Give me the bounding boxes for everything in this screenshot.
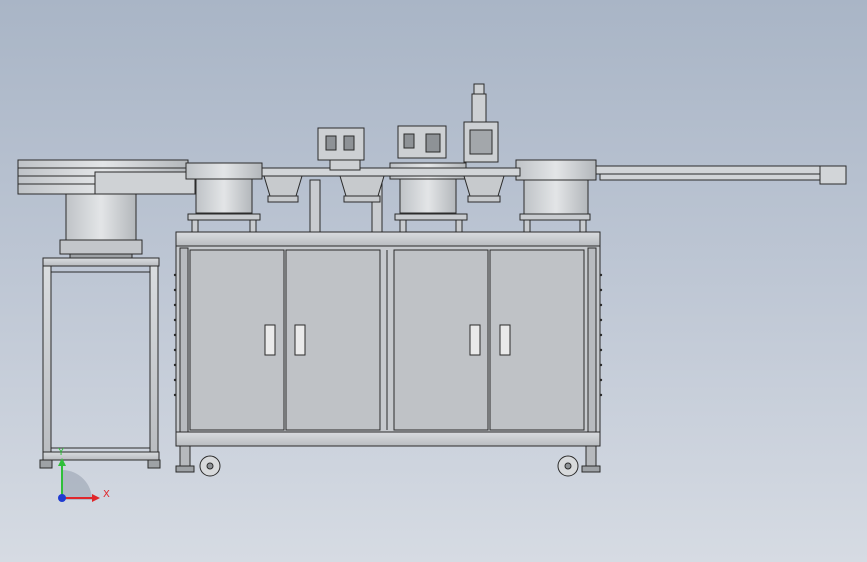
x-axis-label: X	[103, 489, 110, 500]
casters	[175, 445, 601, 477]
bowl-feeder-1	[185, 162, 263, 214]
main-cabinet	[175, 231, 601, 447]
bowl-feeder-3	[515, 159, 597, 215]
cad-viewport[interactable]: X Y	[0, 0, 867, 562]
y-axis-label: Y	[57, 447, 65, 458]
machine-assembly-drawing[interactable]: X Y	[0, 0, 867, 562]
z-axis-dot	[58, 494, 66, 502]
door-handle-4[interactable]	[499, 324, 511, 356]
pick-place-module-2	[397, 125, 447, 159]
left-stand	[39, 257, 161, 469]
press-module	[463, 83, 499, 163]
pick-place-module-1	[317, 127, 365, 171]
door-handle-2[interactable]	[294, 324, 306, 356]
left-bowl-feeder	[17, 159, 196, 259]
door-handle-3[interactable]	[469, 324, 481, 356]
hoppers	[263, 175, 505, 203]
door-handle-1[interactable]	[264, 324, 276, 356]
